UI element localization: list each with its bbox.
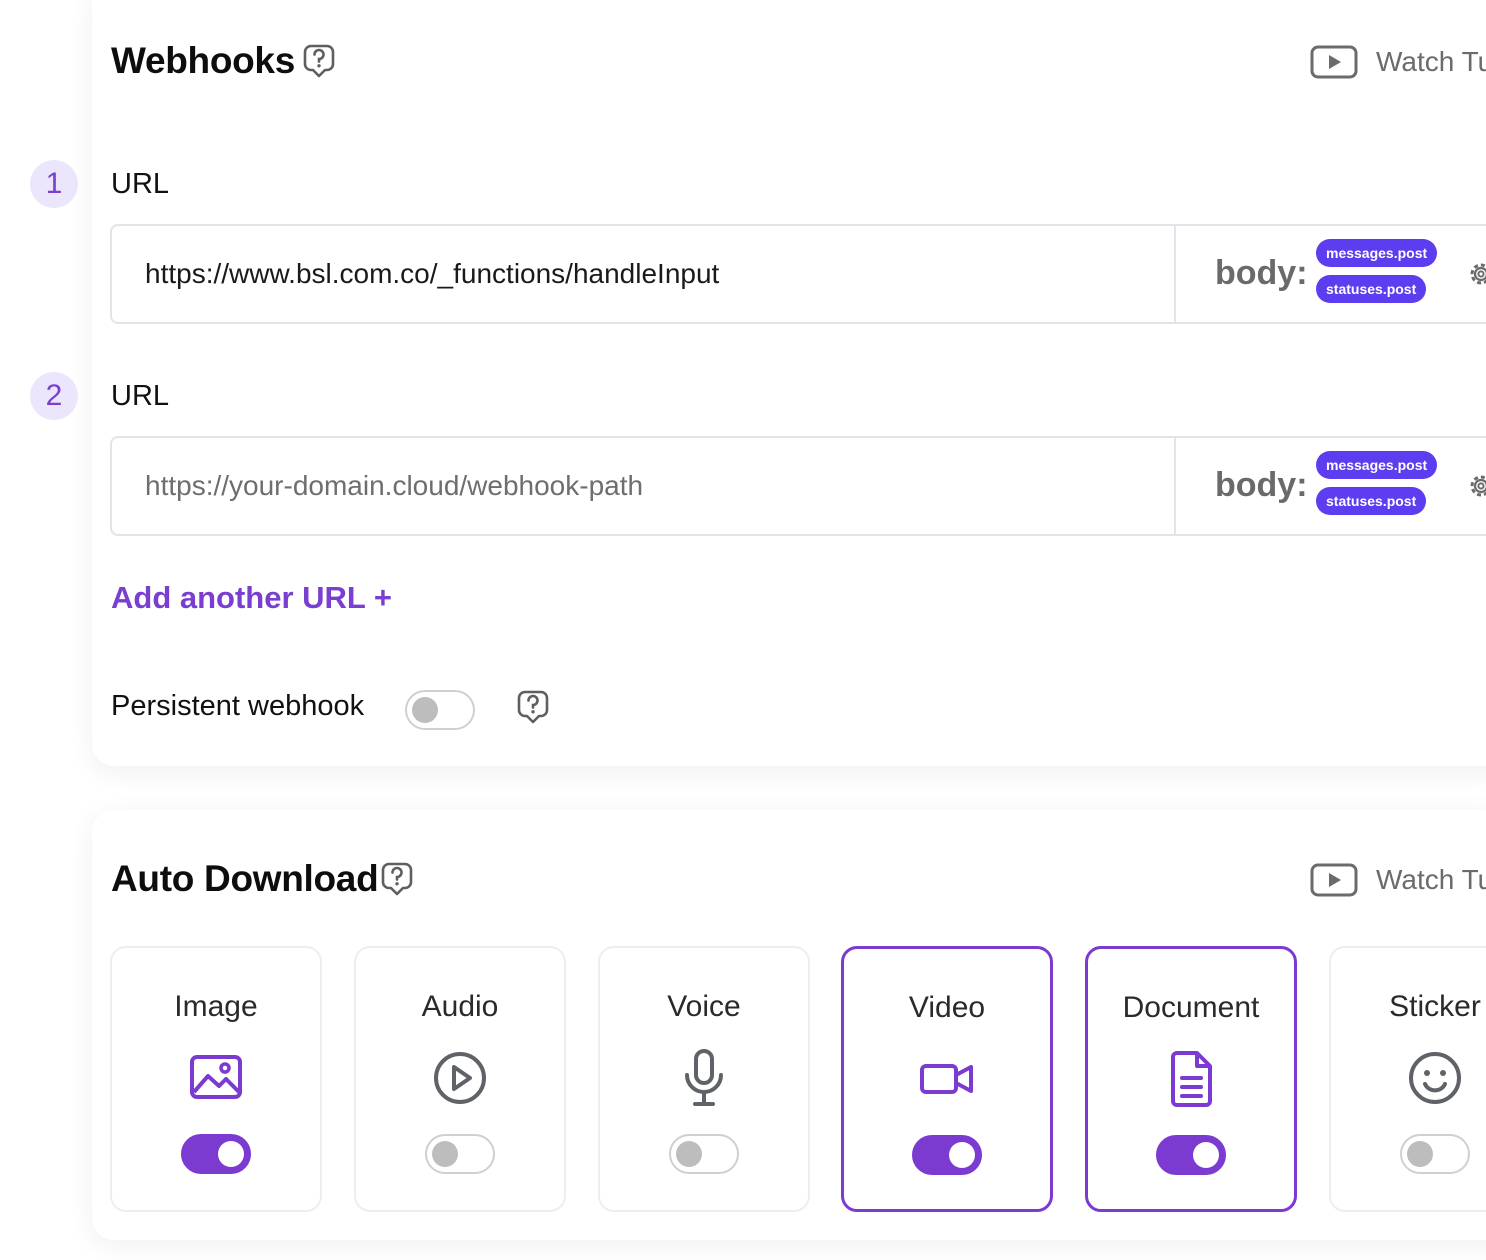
url-input-1[interactable] xyxy=(112,226,1174,322)
play-circle-icon xyxy=(434,1052,486,1104)
smiley-icon xyxy=(1409,1052,1461,1104)
event-tag-messages-post-1: messages.post xyxy=(1316,239,1438,267)
event-tag-statuses-post-1: statuses.post xyxy=(1316,275,1427,303)
webhooks-card xyxy=(92,0,1486,766)
auto-download-video-label: Video xyxy=(908,991,986,1024)
auto-download-sticker-label: Sticker xyxy=(1389,990,1481,1023)
microphone-icon xyxy=(685,1049,723,1106)
auto-download-audio-label: Audio xyxy=(421,990,499,1023)
auto-download-sticker-card[interactable]: Sticker xyxy=(1329,946,1486,1212)
body-label-2: body: xyxy=(1215,466,1308,504)
watch-tutorial-label: Watch Tut xyxy=(1376,46,1486,77)
body-label-1: body: xyxy=(1215,254,1308,292)
auto-download-voice-label: Voice xyxy=(667,990,741,1023)
event-tag-statuses-post-2: statuses.post xyxy=(1316,487,1427,515)
persistent-webhook-toggle[interactable] xyxy=(405,690,475,730)
url-divider-2 xyxy=(1174,438,1176,534)
auto-download-video-card[interactable]: Video xyxy=(841,946,1053,1212)
question-pin-icon[interactable] xyxy=(516,689,550,725)
gear-icon[interactable] xyxy=(1467,260,1486,288)
event-tag-messages-post-2: messages.post xyxy=(1316,451,1438,479)
auto-download-document-label: Document xyxy=(1122,991,1260,1024)
step-badge-2: 2 xyxy=(30,372,78,420)
document-icon xyxy=(1171,1051,1212,1107)
step-badge-1: 1 xyxy=(30,160,78,208)
url-input-2[interactable] xyxy=(112,438,1174,534)
auto-download-image-label: Image xyxy=(174,990,258,1023)
toggle-knob xyxy=(432,1141,458,1167)
watch-tutorial-label: Watch Tut xyxy=(1376,864,1486,895)
persistent-webhook-label: Persistent webhook xyxy=(111,690,365,722)
url-field-2: body: messages.post statuses.post xyxy=(110,436,1486,536)
webhooks-title: Webhooks xyxy=(111,40,295,81)
auto-download-document-card[interactable]: Document xyxy=(1085,946,1297,1212)
toggle-knob xyxy=(1407,1141,1433,1167)
auto-download-audio-toggle[interactable] xyxy=(425,1134,495,1174)
toggle-knob xyxy=(676,1141,702,1167)
auto-download-image-toggle[interactable] xyxy=(181,1134,251,1174)
video-camera-icon xyxy=(920,1064,973,1094)
url-divider-1 xyxy=(1174,226,1176,322)
video-play-icon xyxy=(1310,45,1358,79)
video-play-icon xyxy=(1310,863,1358,897)
watch-tutorial-button[interactable]: Watch Tut xyxy=(1310,44,1486,80)
toggle-knob xyxy=(949,1142,975,1168)
toggle-knob xyxy=(1193,1142,1219,1168)
question-pin-icon[interactable] xyxy=(380,861,414,897)
auto-download-document-toggle[interactable] xyxy=(1156,1135,1226,1175)
gear-icon[interactable] xyxy=(1467,472,1486,500)
toggle-knob xyxy=(412,697,438,723)
auto-download-sticker-toggle[interactable] xyxy=(1400,1134,1470,1174)
add-another-url-button[interactable]: Add another URL + xyxy=(111,580,392,616)
auto-download-title: Auto Download xyxy=(111,858,379,899)
auto-download-video-toggle[interactable] xyxy=(912,1135,982,1175)
auto-download-image-card[interactable]: Image xyxy=(110,946,322,1212)
image-icon xyxy=(190,1055,242,1099)
url-label-1: URL xyxy=(111,168,170,200)
auto-download-audio-card[interactable]: Audio xyxy=(354,946,566,1212)
auto-download-voice-card[interactable]: Voice xyxy=(598,946,810,1212)
question-pin-icon[interactable] xyxy=(302,43,336,79)
watch-tutorial-button[interactable]: Watch Tut xyxy=(1310,862,1486,898)
toggle-knob xyxy=(218,1141,244,1167)
url-label-2: URL xyxy=(111,380,170,412)
url-field-1: body: messages.post statuses.post xyxy=(110,224,1486,324)
auto-download-voice-toggle[interactable] xyxy=(669,1134,739,1174)
